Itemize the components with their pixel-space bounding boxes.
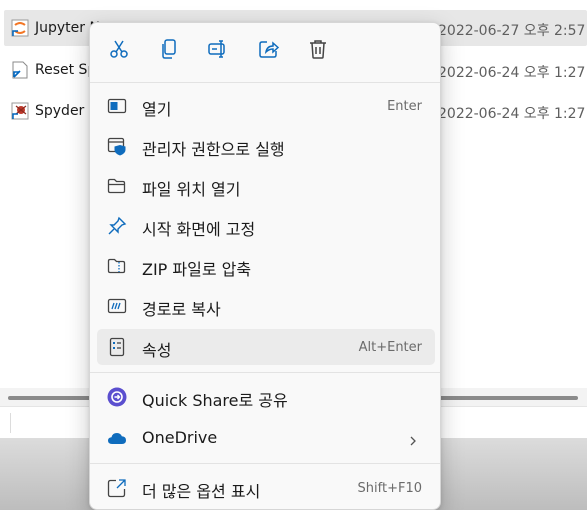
pin-icon	[107, 216, 127, 236]
file-date: 2022-06-27 오후 2:57	[438, 23, 586, 39]
menu-item-label: ZIP 파일로 압축	[142, 260, 252, 279]
divider	[10, 413, 11, 433]
menu-item-label: 파일 위치 열기	[142, 180, 241, 199]
scissors-icon	[108, 38, 130, 64]
cut-button[interactable]	[106, 38, 132, 64]
menu-item-label: 열기	[142, 100, 172, 119]
menu-item-label: OneDrive	[142, 428, 218, 447]
rename-icon	[207, 38, 229, 64]
trash-icon	[307, 38, 329, 64]
copy-icon	[158, 38, 180, 64]
copy-path-icon	[107, 296, 127, 316]
quick-action-bar	[90, 23, 440, 81]
menu-item-onedrive[interactable]: OneDrive	[97, 420, 435, 456]
file-name: Reset Sp	[35, 62, 97, 78]
menu-separator	[90, 372, 440, 373]
open-window-icon	[107, 96, 127, 116]
file-name: Spyder (	[35, 103, 95, 119]
file-date: 2022-06-24 오후 1:27	[438, 65, 586, 81]
shortcut-text: Alt+Enter	[358, 340, 422, 355]
shield-icon	[107, 136, 127, 156]
share-button[interactable]	[256, 38, 282, 64]
menu-item-compress-zip[interactable]: ZIP 파일로 압축	[97, 248, 435, 284]
menu-item-run-as-admin[interactable]: 관리자 권한으로 실행	[97, 128, 435, 164]
menu-item-quick-share[interactable]: Quick Share로 공유	[97, 379, 435, 415]
share-icon	[258, 38, 280, 64]
menu-separator	[90, 82, 440, 83]
rename-button[interactable]	[205, 38, 231, 64]
folder-icon	[107, 176, 127, 196]
context-menu: 열기 Enter 관리자 권한으로 실행 파일 위치 열기 시작 화면에 고정 …	[89, 22, 441, 510]
reset-shortcut-icon	[11, 61, 29, 79]
menu-item-label: Quick Share로 공유	[142, 391, 288, 410]
menu-item-label: 속성	[142, 341, 172, 360]
menu-item-open[interactable]: 열기 Enter	[97, 88, 435, 124]
spyder-shortcut-icon	[11, 102, 29, 120]
menu-item-open-file-location[interactable]: 파일 위치 열기	[97, 168, 435, 204]
jupyter-shortcut-icon	[11, 19, 29, 37]
shortcut-text: Enter	[387, 99, 422, 114]
menu-item-label: 더 많은 옵션 표시	[142, 482, 261, 501]
expand-icon	[107, 478, 127, 498]
chevron-right-icon	[407, 432, 419, 446]
menu-separator	[90, 463, 440, 464]
menu-item-label: 경로로 복사	[142, 300, 221, 319]
cloud-icon	[107, 428, 127, 448]
zip-folder-icon	[107, 256, 127, 276]
shortcut-text: Shift+F10	[357, 481, 422, 496]
menu-item-copy-as-path[interactable]: 경로로 복사	[97, 288, 435, 324]
copy-button[interactable]	[156, 38, 182, 64]
menu-item-label: 시작 화면에 고정	[142, 220, 256, 239]
menu-item-label: 관리자 권한으로 실행	[142, 140, 285, 159]
file-date: 2022-06-24 오후 1:27	[438, 106, 586, 122]
menu-item-show-more-options[interactable]: 더 많은 옵션 표시 Shift+F10	[97, 470, 435, 506]
delete-button[interactable]	[305, 38, 331, 64]
menu-item-pin-to-start[interactable]: 시작 화면에 고정	[97, 208, 435, 244]
properties-icon	[107, 337, 127, 357]
quick-share-icon	[107, 387, 127, 407]
menu-item-properties[interactable]: 속성 Alt+Enter	[97, 329, 435, 365]
